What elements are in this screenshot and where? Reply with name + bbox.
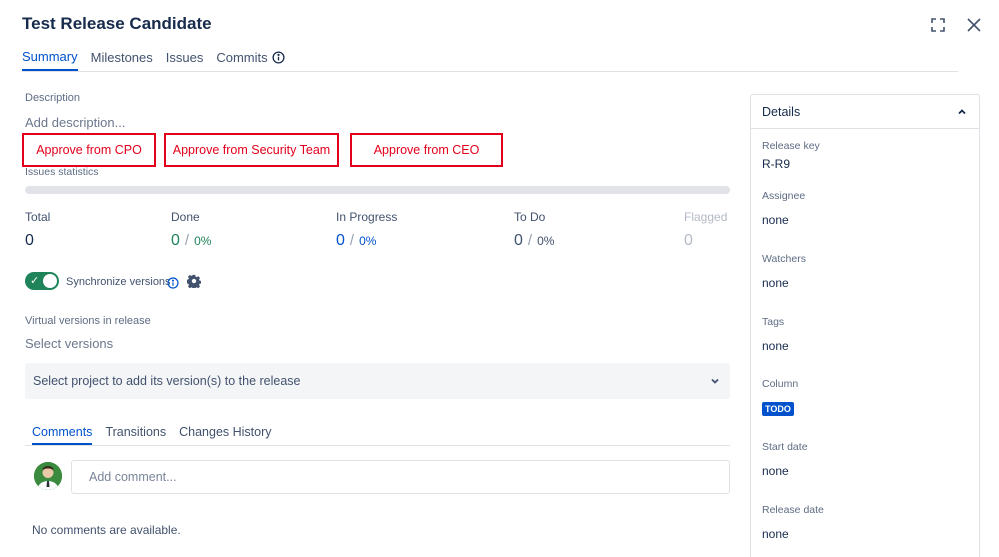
details-header[interactable]: Details [751,95,979,129]
approve-cpo-button[interactable]: Approve from CPO [22,133,156,167]
description-input[interactable]: Add description... [25,115,125,130]
stat-value: 0 [336,232,345,249]
stat-percent: 0% [359,234,377,248]
no-comments-message: No comments are available. [32,523,181,537]
field-value: R-R9 [762,157,791,171]
info-icon [272,51,285,64]
stat-total: Total 0 [25,210,50,250]
page-title: Test Release Candidate [22,14,212,33]
watchers-field[interactable]: Watchers none [762,253,806,290]
field-label: Release key [762,140,820,152]
stat-percent: 0% [194,234,212,248]
tab-label: Milestones [90,50,153,65]
field-value: none [762,339,789,353]
stat-label: Total [25,210,51,224]
tab-transitions[interactable]: Transitions [105,425,166,445]
field-label: Column [762,378,799,390]
chevron-down-icon [711,378,719,384]
info-icon[interactable] [167,276,179,294]
stat-label: Flagged [684,210,728,224]
release-key-field: Release key R-R9 [762,140,820,171]
approve-security-team-button[interactable]: Approve from Security Team [164,133,339,167]
comment-input[interactable] [71,460,730,494]
stat-label: In Progress [336,210,398,224]
stat-done[interactable]: Done 0 / 0% [171,210,211,250]
field-value: none [762,527,789,541]
field-label: Start date [762,441,808,453]
check-icon: ✓ [30,275,40,287]
column-field[interactable]: Column TODO [762,378,798,417]
stat-in-progress[interactable]: In Progress 0 / 0% [336,210,397,250]
field-label: Watchers [762,253,806,265]
select-project-label: Select project to add its version(s) to … [33,374,301,388]
tab-commits[interactable]: Commits [216,49,285,71]
header-actions [929,16,983,34]
select-project-dropdown[interactable]: Select project to add its version(s) to … [25,363,730,399]
comment-tabs-divider [25,445,730,446]
stat-value: 0 [171,232,180,249]
select-versions-input[interactable]: Select versions [25,336,113,351]
approve-ceo-button[interactable]: Approve from CEO [350,133,503,167]
stat-label: To Do [514,210,546,224]
stat-value: 0 [25,232,34,249]
avatar [34,462,62,490]
tab-changes-history[interactable]: Changes History [179,425,271,445]
stat-value: 0 [514,232,523,249]
close-icon[interactable] [965,16,983,34]
stat-flagged: Flagged 0 [684,210,727,250]
chevron-up-icon [958,108,966,114]
synchronize-versions-label: Synchronize versions [66,276,171,288]
comment-tabs: Comments Transitions Changes History [32,425,272,445]
tab-issues[interactable]: Issues [166,49,204,71]
gear-icon[interactable] [186,274,202,293]
details-panel: Details Release key R-R9 Assignee none W… [750,94,980,557]
assignee-field[interactable]: Assignee none [762,190,805,227]
tabs-divider [22,71,958,72]
tab-label: Commits [216,50,268,65]
details-title: Details [762,104,801,119]
release-date-field[interactable]: Release date none [762,504,824,541]
tab-label: Issues [165,50,204,65]
field-label: Assignee [762,190,806,202]
stat-separator: / [527,232,533,249]
tags-field[interactable]: Tags none [762,316,789,353]
issues-progress-bar [25,186,730,194]
expand-icon[interactable] [929,16,947,34]
stat-label: Done [171,210,200,224]
status-badge: TODO [762,402,794,416]
tab-summary[interactable]: Summary [22,49,78,71]
field-label: Tags [762,316,785,328]
tab-comments[interactable]: Comments [32,425,93,445]
stat-todo[interactable]: To Do 0 / 0% [514,210,554,250]
field-value: none [762,464,789,478]
stat-separator: / [349,232,355,249]
field-value: none [762,276,789,290]
stat-separator: / [184,232,190,249]
field-value: none [762,213,789,227]
virtual-versions-label: Virtual versions in release [25,315,151,327]
stat-percent: 0% [537,234,555,248]
tab-label: Summary [22,49,78,64]
main-tabs: Summary Milestones Issues Commits [22,49,285,71]
toggle-knob [43,274,57,288]
start-date-field[interactable]: Start date none [762,441,808,478]
tab-milestones[interactable]: Milestones [91,49,153,71]
issues-statistics-label: Issues statistics [25,166,99,178]
synchronize-versions-toggle[interactable]: ✓ [25,272,59,290]
field-label: Release date [762,504,824,516]
stat-value: 0 [684,232,693,249]
description-label: Description [25,92,81,104]
